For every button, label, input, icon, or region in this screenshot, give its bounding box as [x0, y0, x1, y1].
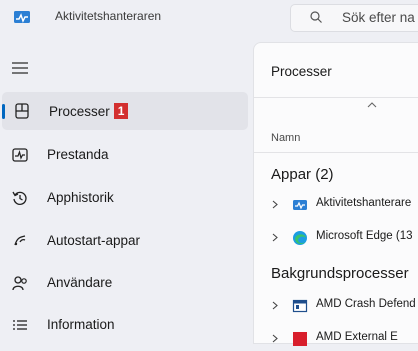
history-icon — [12, 191, 27, 205]
window-title: Aktivitetshanteraren — [55, 9, 162, 23]
search-input[interactable]: Sök efter na — [342, 10, 415, 25]
edge-icon — [293, 231, 307, 245]
chevron-right-icon[interactable] — [271, 301, 279, 310]
nav-label-app-history: Apphistorik — [47, 190, 114, 205]
nav-label-performance: Prestanda — [47, 147, 109, 162]
nav-item-startup-apps[interactable]: Autostart-appar — [0, 222, 248, 260]
page-title: Processer — [271, 64, 332, 79]
app-window-icon — [292, 299, 308, 313]
title-bar: Aktivitetshanteraren Sök efter na — [0, 0, 418, 36]
nav-label-processes: Processer — [49, 104, 110, 119]
startup-icon — [14, 235, 26, 246]
task-manager-icon — [293, 200, 307, 210]
table-row[interactable]: Microsoft Edge (13 — [254, 226, 418, 250]
process-name: Microsoft Edge (13 — [316, 230, 413, 242]
process-name: AMD External E — [316, 331, 398, 343]
table-row[interactable]: AMD Crash Defend — [254, 294, 418, 318]
nav-label-startup-apps: Autostart-appar — [47, 233, 141, 248]
step-badge: 1 — [113, 103, 129, 119]
nav-label-details: Information — [47, 317, 115, 332]
processes-panel: Processer Namn Appar (2) Aktivitetshante… — [253, 42, 418, 346]
users-icon — [12, 276, 27, 291]
search-box[interactable]: Sök efter na — [290, 4, 418, 32]
group-label-apps: Appar (2) — [271, 166, 334, 183]
chevron-right-icon[interactable] — [271, 334, 279, 343]
divider — [254, 152, 418, 153]
chevron-right-icon[interactable] — [271, 200, 279, 209]
performance-icon — [12, 148, 28, 162]
divider — [254, 97, 418, 98]
amd-icon — [293, 332, 307, 346]
nav-label-users: Användare — [47, 275, 113, 290]
task-manager-icon — [14, 11, 30, 23]
chevron-right-icon[interactable] — [271, 233, 279, 242]
sort-chevron-up-icon[interactable] — [367, 102, 377, 108]
process-name: AMD Crash Defend — [316, 298, 416, 310]
nav-item-users[interactable]: Användare — [0, 264, 248, 302]
column-header-name[interactable]: Namn — [271, 132, 300, 144]
nav-item-app-history[interactable]: Apphistorik — [0, 179, 248, 217]
table-row[interactable]: AMD External E — [254, 327, 418, 351]
selection-indicator — [2, 104, 5, 119]
nav-item-details[interactable]: Information — [0, 306, 248, 344]
process-name: Aktivitetshanterare — [316, 197, 412, 209]
group-label-background: Bakgrundsprocesser — [271, 265, 409, 282]
table-row[interactable]: Aktivitetshanterare — [254, 193, 418, 217]
search-icon — [310, 11, 322, 23]
nav-item-processes[interactable]: Processer 1 — [2, 92, 248, 130]
menu-icon[interactable] — [11, 60, 29, 76]
processes-icon — [15, 103, 29, 119]
details-icon — [13, 320, 27, 330]
nav-item-performance[interactable]: Prestanda — [0, 136, 248, 174]
